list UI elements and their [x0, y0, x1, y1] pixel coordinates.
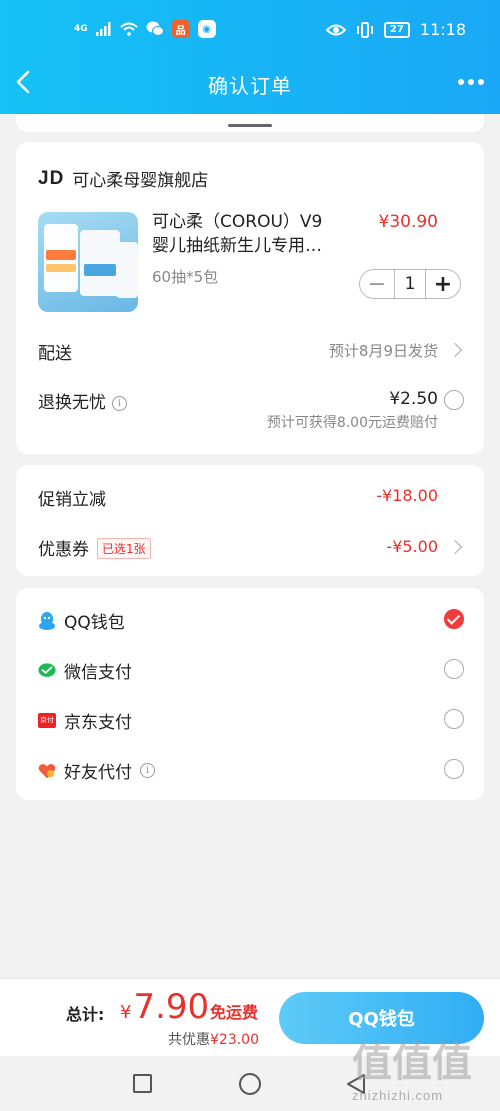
info-icon[interactable]: i: [112, 396, 127, 411]
shop-card: JD 可心柔母婴旗舰店 可心柔（COROU）V9 婴儿抽纸新生儿专用… ¥30.…: [16, 142, 484, 454]
more-button[interactable]: [458, 72, 488, 92]
product-spec[interactable]: 60抽*5包: [152, 266, 218, 287]
network-type: 4G: [74, 23, 88, 34]
return-insurance-label: 退换无忧: [38, 393, 106, 413]
recent-apps-icon[interactable]: [133, 1074, 152, 1093]
coupon-label: 优惠券: [38, 540, 89, 560]
package-label: [46, 250, 76, 260]
payment-label: 京东支付: [64, 713, 132, 733]
payment-label: 微信支付: [64, 663, 132, 683]
saving-value: ¥23.00: [210, 1032, 259, 1048]
chevron-right-icon[interactable]: [447, 539, 463, 555]
info-icon[interactable]: i: [140, 763, 155, 778]
decrease-button[interactable]: −: [360, 270, 394, 298]
payment-radio-jdpay[interactable]: [444, 709, 464, 729]
watermark: 值值值 zhizhizhi.com: [350, 1030, 498, 1106]
signal-icon: [95, 22, 111, 36]
payment-option-wechat[interactable]: 微信支付: [38, 658, 132, 683]
total-label: 总计:: [66, 1005, 105, 1024]
chevron-right-icon[interactable]: [447, 342, 463, 358]
currency-symbol: ¥: [120, 1002, 132, 1023]
jd-logo: JD: [38, 167, 65, 189]
watermark-logo: 值值值: [352, 1040, 472, 1086]
wechat-icon: [38, 662, 56, 680]
product-price: ¥30.90: [378, 212, 438, 232]
home-icon[interactable]: [239, 1073, 261, 1095]
return-insurance-price: ¥2.50: [389, 389, 438, 409]
payment-label: QQ钱包: [64, 613, 125, 633]
payment-radio-friend[interactable]: [444, 759, 464, 779]
shop-name: 可心柔母婴旗舰店: [72, 171, 209, 191]
payment-radio-wechat[interactable]: [444, 659, 464, 679]
package-shape: [116, 242, 138, 298]
return-insurance-row: 退换无忧 i: [38, 388, 127, 413]
divider: [228, 124, 272, 127]
vibrate-icon: [356, 21, 373, 38]
payment-option-friend[interactable]: 好友代付 i: [38, 758, 155, 783]
return-insurance-checkbox[interactable]: [444, 390, 464, 410]
free-shipping-tag: 免运费: [210, 1003, 259, 1022]
payment-radio-qq[interactable]: [444, 609, 464, 629]
more-dot-icon: [458, 79, 464, 85]
more-dot-icon: [478, 79, 484, 85]
jd-pay-icon-text: 京付: [40, 716, 54, 724]
heart-pay-icon: [38, 762, 56, 780]
delivery-label: 配送: [38, 344, 72, 364]
status-time: 11:18: [419, 20, 466, 39]
payment-option-qq[interactable]: QQ钱包: [38, 608, 125, 633]
total-amount: ¥ 7.90: [120, 987, 209, 1027]
payment-option-jdpay[interactable]: 京付 京东支付: [38, 708, 132, 733]
app-notification-icon: 品: [171, 20, 190, 38]
delivery-value[interactable]: 预计8月9日发货: [329, 340, 438, 361]
nav-bar: 确认订单: [0, 60, 500, 106]
promo-label: 促销立减: [38, 490, 106, 510]
page-title: 确认订单: [208, 74, 292, 98]
app-header: 4G 品 ◉ 27 11:18 确认订单: [0, 0, 500, 114]
more-dot-icon: [468, 79, 474, 85]
package-shape: [80, 230, 120, 296]
payment-card: QQ钱包 微信支付 京付 京东支付 好友代付 i: [16, 588, 484, 800]
browser-notification-icon: ◉: [197, 20, 216, 38]
increase-button[interactable]: +: [426, 270, 460, 298]
watermark-url: zhizhizhi.com: [352, 1088, 444, 1103]
shop-header[interactable]: JD 可心柔母婴旗舰店: [38, 166, 209, 192]
product-title-line1: 可心柔（COROU）V9: [152, 212, 323, 232]
package-label: [46, 264, 76, 272]
saving-label: 共优惠: [168, 1032, 210, 1048]
discount-card: 促销立减 -¥18.00 优惠券 已选1张 -¥5.00: [16, 465, 484, 576]
address-card-bottom[interactable]: [16, 114, 484, 132]
total-saving: 共优惠¥23.00: [168, 1029, 259, 1049]
battery-icon: 27: [383, 21, 410, 38]
quantity-input[interactable]: 1: [394, 270, 426, 298]
promo-value: -¥18.00: [376, 486, 438, 505]
qq-penguin-icon: [38, 611, 56, 630]
quantity-stepper: − 1 +: [359, 269, 461, 299]
coupon-row: 优惠券 已选1张: [38, 535, 151, 560]
return-insurance-note: 预计可获得8.00元运费赔付: [266, 415, 438, 431]
product-title[interactable]: 可心柔（COROU）V9 婴儿抽纸新生儿专用…: [152, 210, 352, 258]
product-title-line2: 婴儿抽纸新生儿专用…: [152, 236, 322, 256]
payment-label: 好友代付: [64, 763, 132, 783]
eye-icon: [325, 24, 346, 35]
jd-pay-icon: 京付: [38, 713, 56, 728]
coupon-value[interactable]: -¥5.00: [386, 537, 438, 556]
total-value: 7.90: [133, 987, 210, 1027]
status-bar: 4G 品 ◉ 27 11:18: [0, 18, 500, 46]
product-image[interactable]: [38, 212, 138, 312]
package-stripe: [84, 264, 116, 276]
coupon-badge: 已选1张: [97, 538, 151, 559]
wechat-status-icon: [146, 21, 164, 36]
wifi-icon: [119, 22, 138, 36]
